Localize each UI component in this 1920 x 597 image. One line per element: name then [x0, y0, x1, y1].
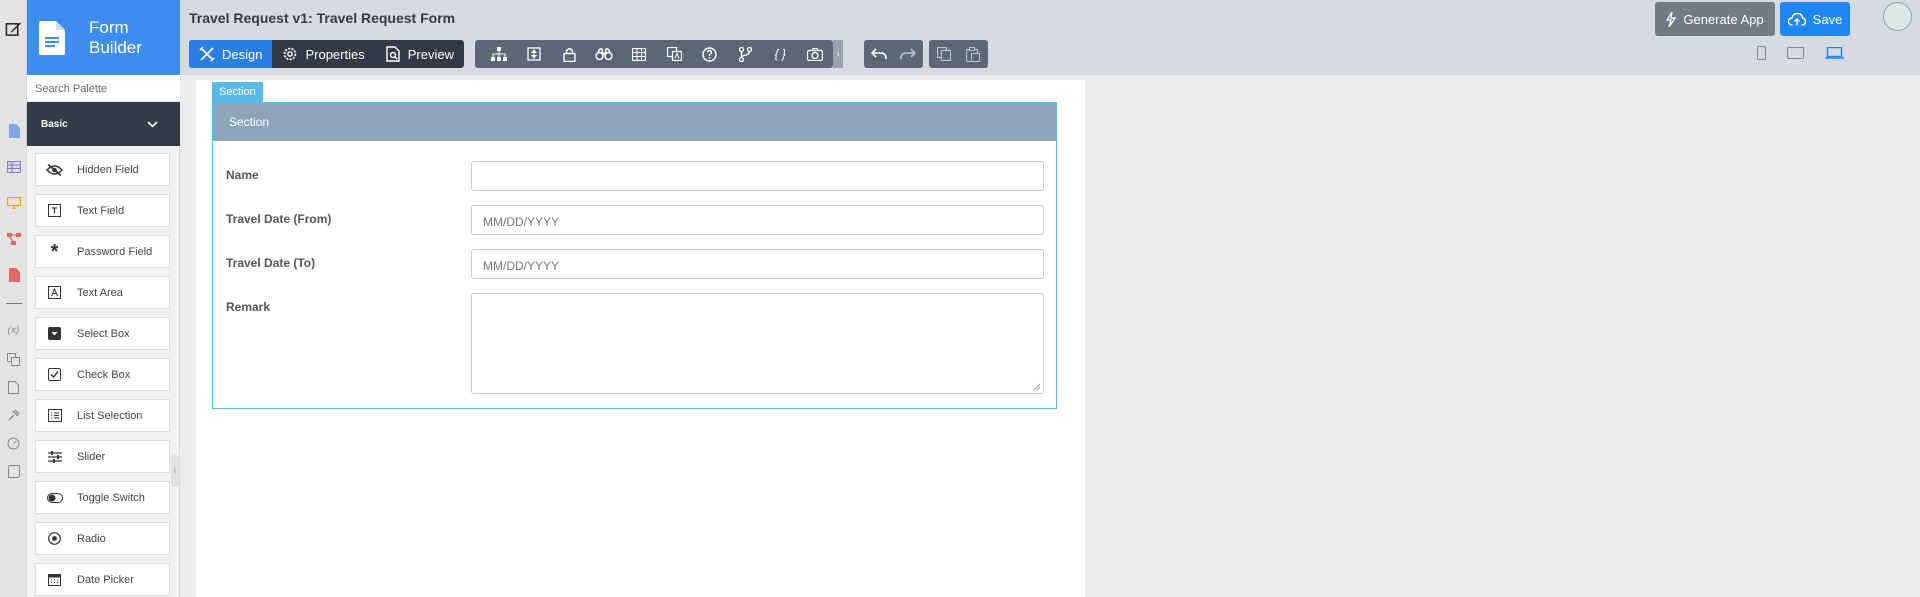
slider-icon: [46, 448, 63, 465]
form-section[interactable]: Section Name Travel Date (From) MM/DD/YY…: [212, 102, 1057, 409]
mobile-icon[interactable]: [1756, 45, 1766, 61]
palette-item-radio[interactable]: Radio: [35, 522, 170, 555]
brand-title: Form Builder: [89, 17, 142, 57]
history-toolbar: [864, 40, 923, 68]
palette-group-basic[interactable]: Basic: [27, 102, 180, 146]
logs-icon[interactable]: [5, 463, 22, 480]
copy-icon[interactable]: [929, 40, 958, 68]
field-label: Travel Date (To): [226, 256, 316, 270]
help-icon[interactable]: [692, 40, 727, 68]
page-title: Travel Request v1: Travel Request Form: [189, 10, 456, 26]
palette-item-hidden-field[interactable]: Hidden Field: [35, 153, 170, 186]
app-brand[interactable]: Form Builder: [27, 0, 180, 75]
properties-doc-icon[interactable]: [5, 266, 22, 283]
form-icon[interactable]: [5, 122, 22, 139]
field-label: Travel Date (From): [226, 212, 332, 226]
checkbox-icon: [46, 366, 63, 383]
field-label: Remark: [226, 300, 271, 314]
travel-date-from-input[interactable]: MM/DD/YYYY: [471, 205, 1044, 235]
redo-icon[interactable]: [893, 40, 922, 68]
palette-item-text-area[interactable]: Text Area: [35, 276, 170, 309]
paste-icon[interactable]: [958, 40, 987, 68]
text-field-icon: [46, 202, 63, 219]
select-box-icon: [46, 325, 63, 342]
calendar-icon: [46, 571, 63, 588]
userview-icon[interactable]: [5, 194, 22, 211]
eye-slash-icon: [46, 161, 63, 178]
lightning-icon: [1666, 11, 1677, 27]
clipboard-toolbar: [929, 40, 988, 68]
left-rail: (x): [0, 0, 27, 597]
document-icon: [39, 20, 65, 55]
tab-design[interactable]: Design: [189, 40, 273, 68]
text-area-icon: [46, 284, 63, 301]
lock-icon[interactable]: [551, 40, 586, 68]
toolbar-more-icon[interactable]: ›: [833, 40, 843, 68]
mode-tabs: Design Properties Preview: [189, 40, 464, 68]
section-tab[interactable]: Section: [212, 82, 263, 102]
toggle-icon: [46, 489, 63, 506]
tab-properties[interactable]: Properties: [272, 40, 374, 68]
design-toolbar: { } ›: [475, 40, 843, 68]
binoculars-icon[interactable]: [587, 40, 622, 68]
name-input[interactable]: [471, 161, 1044, 191]
palette-list: Hidden Field Text Field * Password Field…: [27, 146, 180, 597]
avatar[interactable]: [1883, 2, 1912, 31]
palette-item-date-picker[interactable]: Date Picker: [35, 563, 170, 596]
variable-icon[interactable]: (x): [5, 322, 22, 339]
field-label: Name: [226, 168, 259, 182]
process-icon[interactable]: [5, 230, 22, 247]
resize-grip-icon[interactable]: [1033, 383, 1041, 391]
braces-icon[interactable]: { }: [763, 40, 798, 68]
palette-item-slider[interactable]: Slider: [35, 440, 170, 473]
palette-group-label: Basic: [41, 118, 68, 130]
rail-divider: [6, 303, 22, 304]
palette-search-input[interactable]: Search Palette: [27, 75, 180, 102]
tablet-icon[interactable]: [1786, 45, 1804, 61]
datalist-icon[interactable]: [5, 158, 22, 175]
save-button[interactable]: Save: [1780, 2, 1850, 36]
edit-icon[interactable]: [5, 20, 22, 37]
remark-textarea[interactable]: [471, 293, 1044, 394]
preview-icon: [386, 46, 400, 62]
palette-item-password-field[interactable]: * Password Field: [35, 235, 170, 268]
palette-item-check-box[interactable]: Check Box: [35, 358, 170, 391]
tree-icon[interactable]: [481, 40, 516, 68]
top-bar: Travel Request v1: Travel Request Form D…: [180, 0, 1920, 75]
travel-date-to-input[interactable]: MM/DD/YYYY: [471, 249, 1044, 279]
desktop-icon[interactable]: [1824, 45, 1844, 61]
performance-icon[interactable]: [5, 435, 22, 452]
design-tools-icon: [199, 46, 215, 62]
generate-app-button[interactable]: Generate App: [1655, 2, 1775, 36]
plugin-icon[interactable]: [5, 407, 22, 424]
tab-preview[interactable]: Preview: [375, 40, 464, 68]
cloud-upload-icon: [1787, 12, 1806, 26]
palette-item-select-box[interactable]: Select Box: [35, 317, 170, 350]
table-icon[interactable]: [622, 40, 657, 68]
chevron-down-icon: [147, 120, 158, 128]
palette-item-list-selection[interactable]: List Selection: [35, 399, 170, 432]
gear-icon: [284, 47, 297, 61]
undo-icon[interactable]: [864, 40, 893, 68]
section-header: Section: [213, 103, 1056, 141]
palette-item-toggle-switch[interactable]: Toggle Switch: [35, 481, 170, 514]
move-icon[interactable]: [516, 40, 551, 68]
branch-icon[interactable]: [727, 40, 762, 68]
palette-collapse-handle[interactable]: ‹: [171, 455, 179, 487]
palette-item-text-field[interactable]: Text Field: [35, 194, 170, 227]
translate-icon[interactable]: [5, 351, 22, 368]
camera-icon[interactable]: [798, 40, 833, 68]
file-icon[interactable]: [5, 379, 22, 396]
asterisk-icon: *: [50, 240, 59, 263]
radio-icon: [46, 530, 63, 547]
list-icon: [46, 407, 63, 424]
translate-icon[interactable]: [657, 40, 692, 68]
